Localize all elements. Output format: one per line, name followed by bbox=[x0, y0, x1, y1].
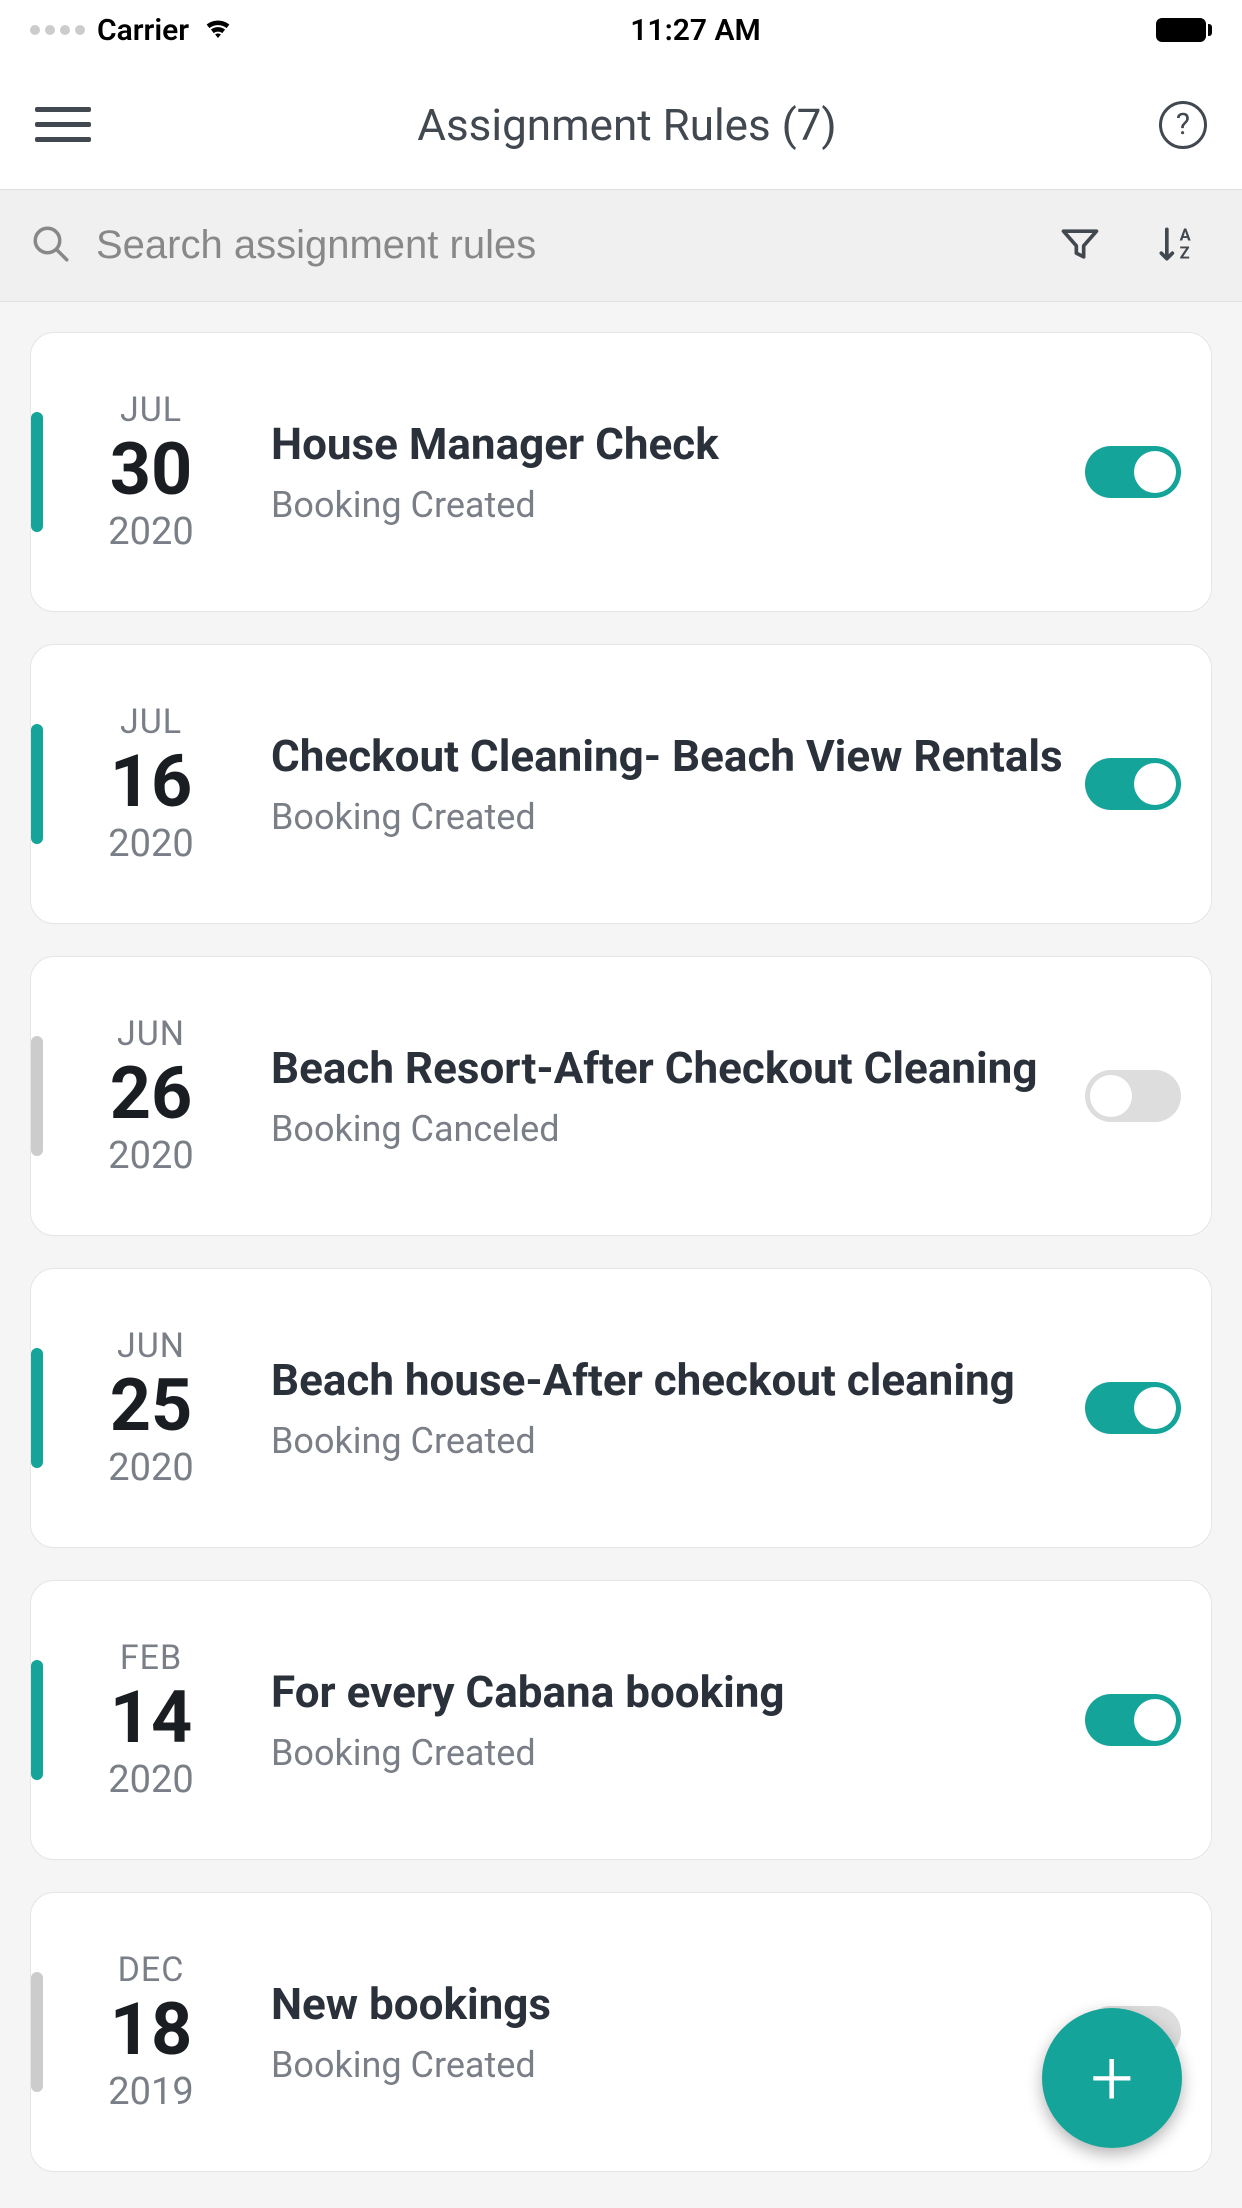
status-strip bbox=[31, 1660, 43, 1780]
rule-subtitle: Booking Created bbox=[271, 2044, 1065, 2086]
status-strip bbox=[31, 1972, 43, 2092]
help-icon[interactable]: ? bbox=[1159, 101, 1207, 149]
date-year: 2020 bbox=[108, 1134, 193, 1178]
rule-card[interactable]: JUL162020Checkout Cleaning- Beach View R… bbox=[30, 644, 1212, 924]
rule-card[interactable]: DEC182019New bookingsBooking Created bbox=[30, 1892, 1212, 2172]
date-month: JUN bbox=[117, 1014, 185, 1054]
date-month: DEC bbox=[118, 1950, 185, 1990]
battery-icon bbox=[1156, 18, 1212, 42]
nav-header: Assignment Rules (7) ? bbox=[0, 60, 1242, 190]
toggle-switch[interactable] bbox=[1085, 1070, 1181, 1122]
date-year: 2020 bbox=[108, 1446, 193, 1490]
status-strip bbox=[31, 412, 43, 532]
rule-subtitle: Booking Created bbox=[271, 796, 1065, 838]
rule-title: Checkout Cleaning- Beach View Rentals bbox=[271, 730, 1065, 782]
rule-content: Beach Resort-After Checkout Cleaning Book… bbox=[271, 1042, 1085, 1150]
rule-card[interactable]: JUL302020House Manager CheckBooking Crea… bbox=[30, 332, 1212, 612]
date-year: 2020 bbox=[108, 822, 193, 866]
date-month: JUL bbox=[120, 702, 182, 742]
rule-title: Beach house-After checkout cleaning bbox=[271, 1354, 1065, 1406]
status-time: 11:27 AM bbox=[630, 13, 760, 48]
status-bar: Carrier 11:27 AM bbox=[0, 0, 1242, 60]
date-column: DEC182019 bbox=[31, 1950, 271, 2113]
status-strip bbox=[31, 724, 43, 844]
rule-title: Beach Resort-After Checkout Cleaning bbox=[271, 1042, 1065, 1094]
date-column: JUN252020 bbox=[31, 1326, 271, 1489]
page-title: Assignment Rules (7) bbox=[417, 99, 836, 151]
date-day: 26 bbox=[110, 1054, 193, 1133]
status-strip bbox=[31, 1348, 43, 1468]
rule-subtitle: Booking Created bbox=[271, 484, 1065, 526]
date-day: 30 bbox=[110, 430, 193, 509]
rule-card[interactable]: FEB142020For every Cabana bookingBooking… bbox=[30, 1580, 1212, 1860]
date-month: JUL bbox=[120, 390, 182, 430]
rule-subtitle: Booking Canceled bbox=[271, 1108, 1065, 1150]
svg-text:Z: Z bbox=[1180, 244, 1190, 263]
toggle-knob bbox=[1090, 1075, 1132, 1117]
add-button[interactable]: + bbox=[1042, 2008, 1182, 2148]
toggle-knob bbox=[1134, 763, 1176, 805]
date-year: 2020 bbox=[108, 510, 193, 554]
date-day: 25 bbox=[110, 1366, 193, 1445]
date-month: JUN bbox=[117, 1326, 185, 1366]
search-bar: AZ bbox=[0, 190, 1242, 302]
rule-card[interactable]: JUN252020Beach house-After checkout clea… bbox=[30, 1268, 1212, 1548]
status-left: Carrier bbox=[30, 9, 235, 51]
toggle-switch[interactable] bbox=[1085, 1382, 1181, 1434]
date-year: 2019 bbox=[108, 2070, 193, 2114]
date-year: 2020 bbox=[108, 1758, 193, 1802]
date-column: JUN262020 bbox=[31, 1014, 271, 1177]
date-day: 14 bbox=[110, 1678, 193, 1757]
rule-subtitle: Booking Created bbox=[271, 1420, 1065, 1462]
date-month: FEB bbox=[120, 1638, 182, 1678]
status-strip bbox=[31, 1036, 43, 1156]
rule-title: House Manager Check bbox=[271, 418, 1065, 470]
toggle-knob bbox=[1134, 451, 1176, 493]
signal-dots-icon bbox=[30, 25, 85, 35]
rule-content: Beach house-After checkout cleaning Booki… bbox=[271, 1354, 1085, 1462]
rules-list: JUL302020House Manager CheckBooking Crea… bbox=[0, 302, 1242, 2172]
toggle-switch[interactable] bbox=[1085, 1694, 1181, 1746]
rule-content: Checkout Cleaning- Beach View Rentals Boo… bbox=[271, 730, 1085, 838]
date-day: 16 bbox=[110, 742, 193, 821]
date-column: FEB142020 bbox=[31, 1638, 271, 1801]
sort-icon[interactable]: AZ bbox=[1140, 222, 1212, 270]
svg-text:A: A bbox=[1180, 226, 1192, 245]
rule-content: For every Cabana booking Booking Created bbox=[271, 1666, 1085, 1774]
filter-icon[interactable] bbox=[1044, 222, 1116, 270]
toggle-switch[interactable] bbox=[1085, 446, 1181, 498]
toggle-knob bbox=[1134, 1699, 1176, 1741]
rule-title: For every Cabana booking bbox=[271, 1666, 1065, 1718]
date-day: 18 bbox=[110, 1990, 193, 2069]
rule-content: House Manager Check Booking Created bbox=[271, 418, 1085, 526]
rule-title: New bookings bbox=[271, 1978, 1065, 2030]
plus-icon: + bbox=[1091, 2040, 1134, 2116]
menu-icon[interactable] bbox=[35, 95, 95, 155]
date-column: JUL162020 bbox=[31, 702, 271, 865]
rule-content: New bookings Booking Created bbox=[271, 1978, 1085, 2086]
rule-card[interactable]: JUN262020Beach Resort-After Checkout Cle… bbox=[30, 956, 1212, 1236]
date-column: JUL302020 bbox=[31, 390, 271, 553]
rule-subtitle: Booking Created bbox=[271, 1732, 1065, 1774]
search-icon bbox=[30, 223, 72, 269]
toggle-switch[interactable] bbox=[1085, 758, 1181, 810]
wifi-icon bbox=[201, 9, 235, 51]
carrier-label: Carrier bbox=[97, 13, 189, 48]
search-input[interactable] bbox=[96, 223, 1020, 268]
toggle-knob bbox=[1134, 1387, 1176, 1429]
